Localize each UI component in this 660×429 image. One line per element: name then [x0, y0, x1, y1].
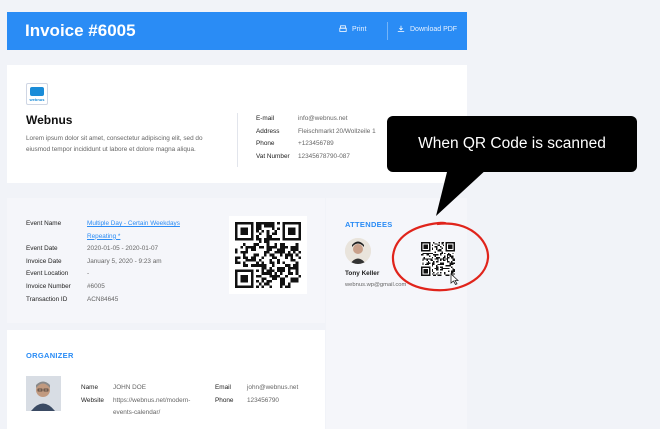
print-button[interactable]: Print [339, 25, 366, 33]
event-details-card: Event Name Event Date Invoice Date Event… [7, 198, 325, 323]
print-label: Print [352, 25, 367, 33]
event-field-values: Multiple Day - Certain Weekdays Repeatin… [87, 218, 199, 306]
organizer-values-left: JOHN DOE https://webnus.net/modern-event… [113, 382, 203, 420]
callout-pointer [436, 168, 488, 216]
organizer-values-right: john@webnus.net 123456790 [247, 384, 299, 404]
header-divider [387, 22, 388, 40]
divider [237, 113, 238, 167]
organizer-website-link[interactable]: https://webnus.net/modern-events-calenda… [113, 395, 203, 420]
invoice-header: Invoice #6005 Print Download PDF [7, 12, 467, 50]
event-qr-code [229, 216, 307, 294]
attendee-avatar [345, 238, 371, 264]
organizer-card: ORGANIZER Name Website JOHN DOE https://… [7, 330, 325, 429]
organizer-title: ORGANIZER [26, 351, 74, 360]
mouse-cursor-icon [450, 273, 459, 285]
download-pdf-button[interactable]: Download PDF [397, 25, 457, 33]
callout-bubble: When QR Code is scanned [387, 116, 637, 172]
event-name-link[interactable]: Multiple Day - Certain Weekdays Repeatin… [87, 218, 199, 243]
company-description: Lorem ipsum dolor sit amet, consectetur … [26, 135, 203, 153]
company-field-labels: E-mail Address Phone Vat Number [256, 115, 290, 160]
invoice-title: Invoice #6005 [25, 21, 136, 40]
download-label: Download PDF [410, 25, 458, 33]
event-field-labels: Event Name Event Date Invoice Date Event… [26, 220, 71, 303]
company-field-values: info@webnus.net Fleischmarkt 20/Wollzeil… [298, 115, 376, 160]
organizer-avatar [26, 376, 61, 411]
attendee-name: Tony Keller [345, 270, 380, 277]
organizer-labels-left: Name Website [81, 384, 104, 404]
download-icon [397, 25, 405, 32]
company-name: Webnus [26, 113, 73, 127]
organizer-labels-right: Email Phone [215, 384, 234, 404]
webnus-logo: webnus [26, 83, 48, 105]
attendees-title: ATTENDEES [345, 220, 393, 229]
highlight-circle [391, 221, 490, 292]
printer-icon [339, 25, 347, 32]
